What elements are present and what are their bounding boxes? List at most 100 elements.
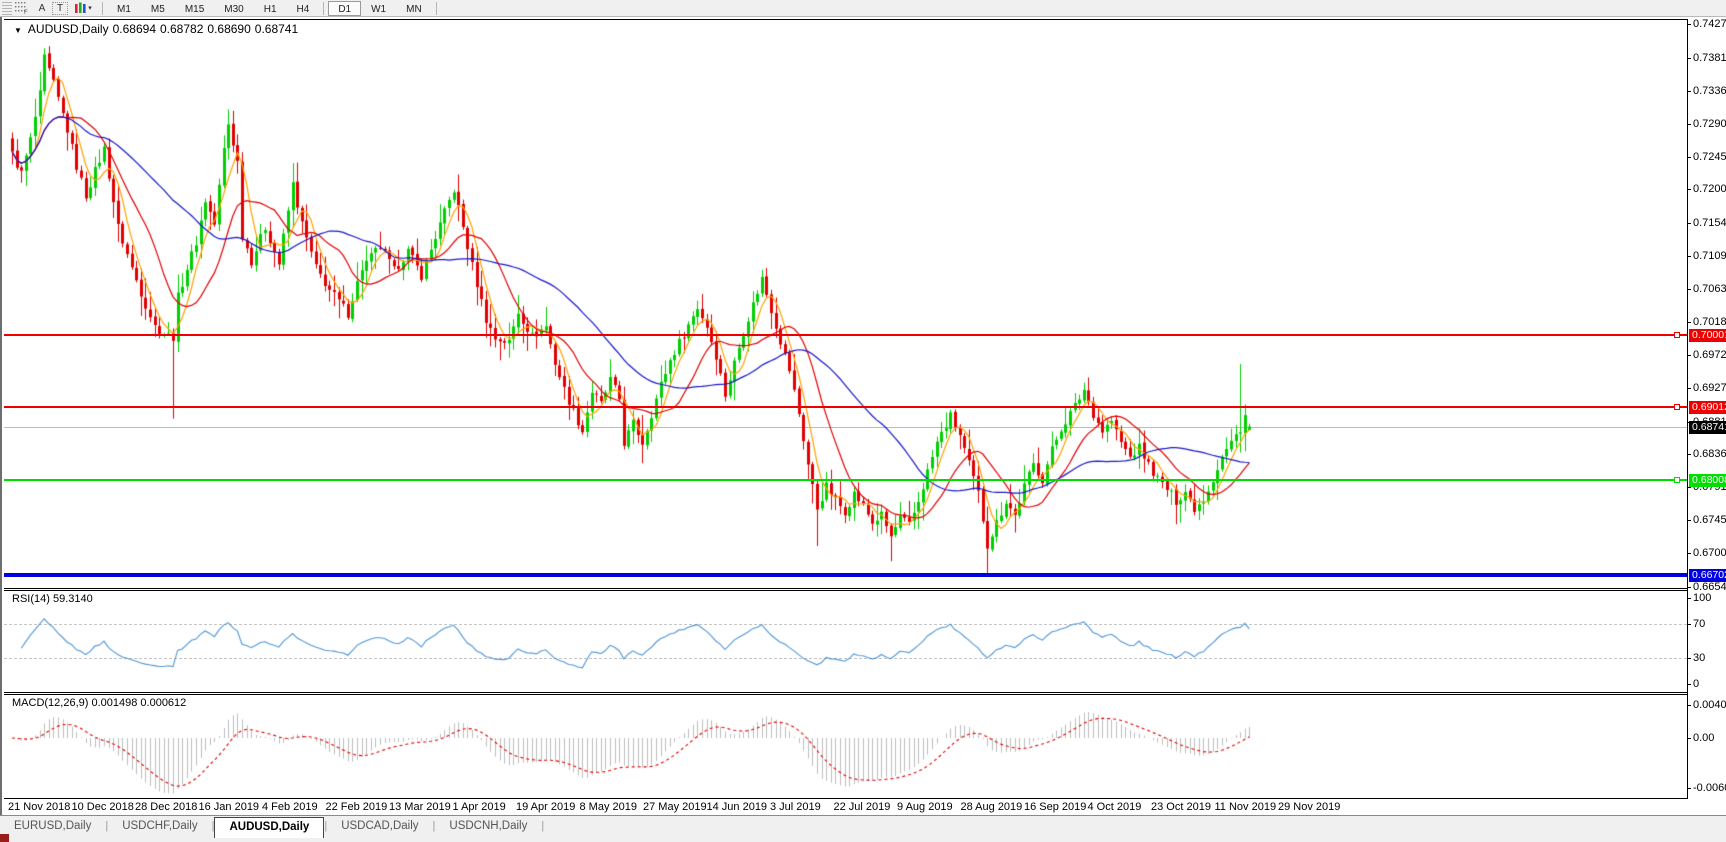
horizontal-line-0.69012[interactable] — [4, 406, 1687, 408]
price-tag-0.70001: 0.70001 — [1689, 329, 1726, 342]
line-handle-icon[interactable] — [1674, 332, 1680, 338]
date-axis-label: 28 Aug 2019 — [961, 801, 1023, 813]
timeframe-button-M5[interactable]: M5 — [141, 1, 175, 16]
chart-dropdown-icon[interactable]: ▼ — [14, 26, 22, 35]
price-tick-label: 0.70630 — [1693, 283, 1726, 295]
price-tick-label: 0.68360 — [1693, 448, 1726, 460]
date-axis-label: 16 Sep 2019 — [1024, 801, 1086, 813]
price-axis-border — [1687, 19, 1688, 799]
macd-tick-label: 0.004017 — [1693, 699, 1726, 711]
date-axis-label: 27 May 2019 — [643, 801, 707, 813]
price-tick-label: 0.72450 — [1693, 151, 1726, 163]
toolbar-separator — [323, 2, 324, 15]
rsi-tick-label: 0 — [1693, 678, 1699, 690]
rsi-label: RSI(14) 59.3140 — [12, 593, 93, 605]
main-bottom-border — [4, 588, 1687, 589]
date-axis-label: 22 Feb 2019 — [326, 801, 388, 813]
timeframe-button-M30[interactable]: M30 — [214, 1, 253, 16]
price-tag-0.66702: 0.66702 — [1689, 569, 1726, 582]
date-axis-label: 13 Mar 2019 — [389, 801, 451, 813]
price-tag-0.69012: 0.69012 — [1689, 401, 1726, 414]
macd-top-border — [4, 694, 1687, 695]
timeframe-button-D1[interactable]: D1 — [328, 1, 361, 16]
horizontal-line-0.68008[interactable] — [4, 479, 1687, 481]
macd-tick-label: -0.00609 — [1693, 782, 1726, 794]
timeframe-button-M15[interactable]: M15 — [175, 1, 214, 16]
price-tick-label: 0.74270 — [1693, 18, 1726, 30]
ohlc-high: 0.68782 — [160, 22, 203, 36]
macd-bottom-border — [4, 798, 1687, 799]
date-axis-label: 19 Apr 2019 — [516, 801, 575, 813]
price-tick-label: 0.70180 — [1693, 316, 1726, 328]
chart-top-border — [4, 19, 1687, 20]
symbol-tab-bar: EURUSD,Daily|USDCHF,Daily|AUDUSD,Daily|U… — [0, 815, 1726, 842]
rsi-tick-label: 70 — [1693, 618, 1705, 630]
toolbar-drag-handle[interactable] — [2, 2, 12, 15]
date-axis-label: 22 Jul 2019 — [834, 801, 891, 813]
timeframe-button-W1[interactable]: W1 — [361, 1, 396, 16]
date-axis-label: 1 Apr 2019 — [453, 801, 506, 813]
symbol-tab-AUDUSD[interactable]: AUDUSD,Daily — [214, 817, 324, 838]
rsi-tick-label: 100 — [1693, 592, 1711, 604]
date-axis-label: 9 Aug 2019 — [897, 801, 953, 813]
date-axis-label: 28 Dec 2018 — [135, 801, 197, 813]
line-handle-icon[interactable] — [1674, 404, 1680, 410]
trading-app: FAT▾ M1M5M15M30H1H4 D1W1MN ▼ AUDUSD,Daily 0.… — [0, 0, 1726, 842]
toolbar-separator — [102, 2, 103, 15]
rsi-bottom-border — [4, 692, 1687, 693]
text-box-icon[interactable]: T — [52, 2, 68, 15]
tab-separator: | — [541, 820, 544, 832]
date-axis-label: 4 Oct 2019 — [1088, 801, 1142, 813]
chart-canvas[interactable] — [2, 17, 1726, 842]
ohlc-low: 0.68690 — [207, 22, 250, 36]
grid-f-icon[interactable]: F — [12, 1, 32, 16]
line-handle-icon[interactable] — [1674, 477, 1680, 483]
horizontal-line-0.66702[interactable] — [4, 573, 1687, 577]
window-corner-marker — [0, 834, 9, 842]
price-tick-label: 0.72000 — [1693, 183, 1726, 195]
chart-window: ▼ AUDUSD,Daily 0.68694 0.68782 0.68690 0.6874… — [0, 17, 1726, 842]
date-axis-label: 8 May 2019 — [580, 801, 637, 813]
price-tick-label: 0.69720 — [1693, 349, 1726, 361]
symbol-tab-EURUSD[interactable]: EURUSD,Daily — [0, 817, 105, 838]
toolbar: FAT▾ M1M5M15M30H1H4 D1W1MN — [0, 0, 1726, 17]
symbol-tab-USDCHF[interactable]: USDCHF,Daily — [108, 817, 211, 838]
timeframe-button-H4[interactable]: H4 — [287, 1, 320, 16]
price-tick-label: 0.71540 — [1693, 217, 1726, 229]
price-tick-label: 0.67000 — [1693, 547, 1726, 559]
price-tick-label: 0.67450 — [1693, 514, 1726, 526]
price-tag-0.68008: 0.68008 — [1689, 474, 1726, 487]
timeframe-button-H1[interactable]: H1 — [254, 1, 287, 16]
date-axis-label: 14 Jun 2019 — [707, 801, 768, 813]
symbol-tab-USDCAD[interactable]: USDCAD,Daily — [327, 817, 432, 838]
current-price-tag: 0.68741 — [1689, 421, 1726, 434]
price-tick-label: 0.69270 — [1693, 382, 1726, 394]
toolbar-separator — [436, 2, 437, 15]
date-axis-label: 21 Nov 2018 — [8, 801, 70, 813]
text-label-icon[interactable]: A — [32, 1, 52, 16]
date-axis-label: 16 Jan 2019 — [199, 801, 260, 813]
timeframe-button-M1[interactable]: M1 — [107, 1, 141, 16]
date-axis-label: 11 Nov 2019 — [1215, 801, 1277, 813]
date-axis-label: 29 Nov 2019 — [1278, 801, 1340, 813]
price-tick-label: 0.72900 — [1693, 118, 1726, 130]
price-tick-label: 0.73810 — [1693, 52, 1726, 64]
horizontal-line-0.70001[interactable] — [4, 334, 1687, 336]
symbol-tab-USDCNH[interactable]: USDCNH,Daily — [435, 817, 541, 838]
date-axis-label: 4 Feb 2019 — [262, 801, 318, 813]
colors-dropdown-icon[interactable]: ▾ — [68, 1, 98, 16]
price-tick-label: 0.71090 — [1693, 250, 1726, 262]
date-axis-label: 10 Dec 2018 — [72, 801, 134, 813]
svg-text:F: F — [24, 10, 28, 14]
timeframe-button-MN[interactable]: MN — [396, 1, 432, 16]
date-axis-label: 23 Oct 2019 — [1151, 801, 1211, 813]
price-tick-label: 0.73360 — [1693, 85, 1726, 97]
chart-title: ▼AUDUSD,Daily0.686940.687820.686900.6874… — [14, 22, 302, 36]
ohlc-close: 0.68741 — [255, 22, 298, 36]
date-axis-label: 3 Jul 2019 — [770, 801, 821, 813]
macd-tick-label: 0.00 — [1693, 732, 1714, 744]
rsi-tick-label: 30 — [1693, 652, 1705, 664]
macd-label: MACD(12,26,9) 0.001498 0.000612 — [12, 697, 186, 709]
ohlc-open: 0.68694 — [113, 22, 156, 36]
rsi-top-border — [4, 590, 1687, 591]
